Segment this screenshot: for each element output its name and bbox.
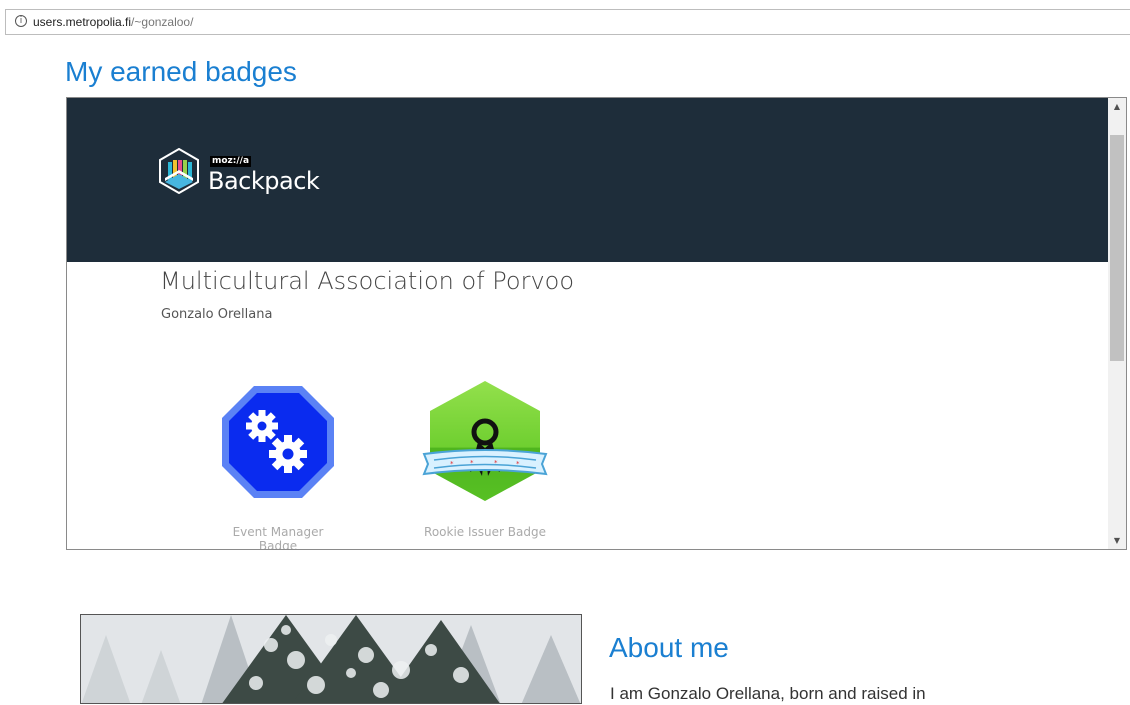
svg-text:*: * — [494, 459, 498, 467]
collection-title: Multicultural Association of Porvoo — [160, 267, 575, 295]
browser-address-bar: i users.metropolia.fi/~gonzaloo/ — [0, 0, 1130, 40]
rookie-issuer-badge-icon[interactable]: * * * * — [420, 380, 550, 502]
frame-scrollbar[interactable]: ▲ ▼ — [1108, 98, 1126, 549]
page-title: My earned badges — [65, 56, 297, 87]
url-field[interactable]: i users.metropolia.fi/~gonzaloo/ — [5, 9, 1130, 35]
scroll-down-arrow-icon[interactable]: ▼ — [1108, 532, 1126, 549]
backpack-embed-frame: moz://a Backpack Multicultural Associati… — [66, 97, 1127, 550]
backpack-brand-name: Backpack — [208, 167, 320, 195]
url-host: users.metropolia.fi — [33, 15, 132, 29]
url-text[interactable]: users.metropolia.fi/~gonzaloo/ — [33, 14, 193, 30]
svg-text:*: * — [450, 460, 454, 468]
event-manager-badge-label[interactable]: Event Manager Badge — [217, 525, 339, 549]
info-icon[interactable]: i — [15, 15, 27, 27]
event-manager-badge-icon[interactable] — [220, 384, 336, 500]
url-path: /~gonzaloo/ — [131, 15, 194, 29]
about-text: I am Gonzalo Orellana, born and raised i… — [610, 684, 926, 703]
backpack-header: moz://a Backpack — [67, 98, 1109, 262]
svg-text:*: * — [516, 460, 520, 468]
snowy-trees-image — [81, 615, 581, 703]
about-title: About me — [609, 632, 729, 663]
profile-photo — [80, 614, 582, 704]
rookie-issuer-badge-label[interactable]: Rookie Issuer Badge — [407, 525, 563, 539]
scrollbar-thumb[interactable] — [1110, 135, 1124, 361]
backpack-logo-icon — [159, 148, 199, 194]
mozilla-tag: moz://a — [210, 156, 252, 167]
svg-text:*: * — [470, 459, 474, 467]
scroll-up-arrow-icon[interactable]: ▲ — [1108, 98, 1126, 115]
badge-owner-name: Gonzalo Orellana — [161, 307, 273, 322]
